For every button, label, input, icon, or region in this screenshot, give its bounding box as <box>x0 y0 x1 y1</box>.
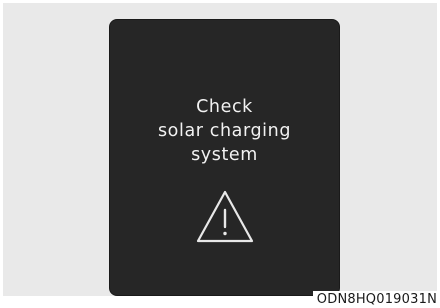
warning-triangle-icon <box>196 190 254 243</box>
message-line-1: Check <box>196 97 253 117</box>
message-line-2: solar charging <box>157 121 292 141</box>
image-code-label: ODN8HQ019031N <box>312 291 437 308</box>
warning-message: Check solar charging system <box>110 95 339 167</box>
cluster-display: Check solar charging system <box>110 20 339 295</box>
message-line-3: system <box>191 145 258 165</box>
